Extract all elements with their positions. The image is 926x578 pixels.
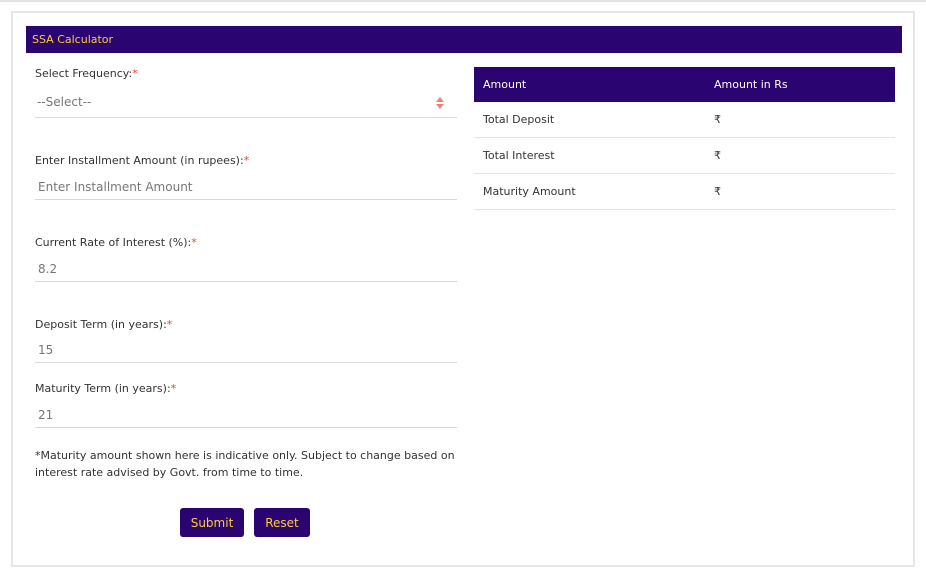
installment-input[interactable]: Enter Installment Amount [38, 180, 193, 194]
installment-underline [35, 199, 457, 200]
disclaimer-note: *Maturity amount shown here is indicativ… [35, 449, 455, 479]
maturity-amount-label: Maturity Amount [474, 173, 705, 210]
total-deposit-value: ₹ [705, 102, 895, 138]
submit-button[interactable]: Submit [180, 508, 244, 537]
ssa-calculator-card: SSA Calculator Select Frequency:* --Sele… [11, 11, 915, 567]
deposit-term-underline [35, 362, 457, 363]
sort-arrows-icon[interactable] [434, 96, 446, 110]
deposit-term-label: Deposit Term (in years):* [35, 318, 173, 331]
interest-input[interactable]: 8.2 [38, 262, 57, 276]
interest-label: Current Rate of Interest (%):* [35, 236, 197, 249]
maturity-amount-value: ₹ [705, 173, 895, 210]
results-header-row: Amount Amount in Rs [474, 67, 895, 102]
maturity-term-input[interactable]: 21 [38, 408, 53, 422]
total-deposit-label: Total Deposit [474, 102, 705, 138]
table-row: Total Deposit ₹ [474, 102, 895, 138]
maturity-term-label: Maturity Term (in years):* [35, 382, 177, 395]
interest-underline [35, 281, 457, 282]
table-row: Total Interest ₹ [474, 137, 895, 174]
page-top-border [0, 0, 926, 2]
frequency-label: Select Frequency:* [35, 67, 138, 80]
installment-label: Enter Installment Amount (in rupees):* [35, 154, 250, 167]
reset-button[interactable]: Reset [254, 508, 310, 537]
frequency-select[interactable]: --Select-- [37, 95, 91, 109]
frequency-underline [35, 117, 457, 118]
column-header-amount-in-rs: Amount in Rs [705, 67, 895, 102]
results-table: Amount Amount in Rs Total Deposit ₹ Tota… [474, 67, 895, 210]
maturity-term-underline [35, 427, 457, 428]
total-interest-label: Total Interest [474, 137, 705, 174]
column-header-amount: Amount [474, 67, 705, 102]
card-header: SSA Calculator [26, 26, 902, 53]
table-row: Maturity Amount ₹ [474, 173, 895, 210]
total-interest-value: ₹ [705, 137, 895, 174]
deposit-term-input[interactable]: 15 [38, 343, 53, 357]
